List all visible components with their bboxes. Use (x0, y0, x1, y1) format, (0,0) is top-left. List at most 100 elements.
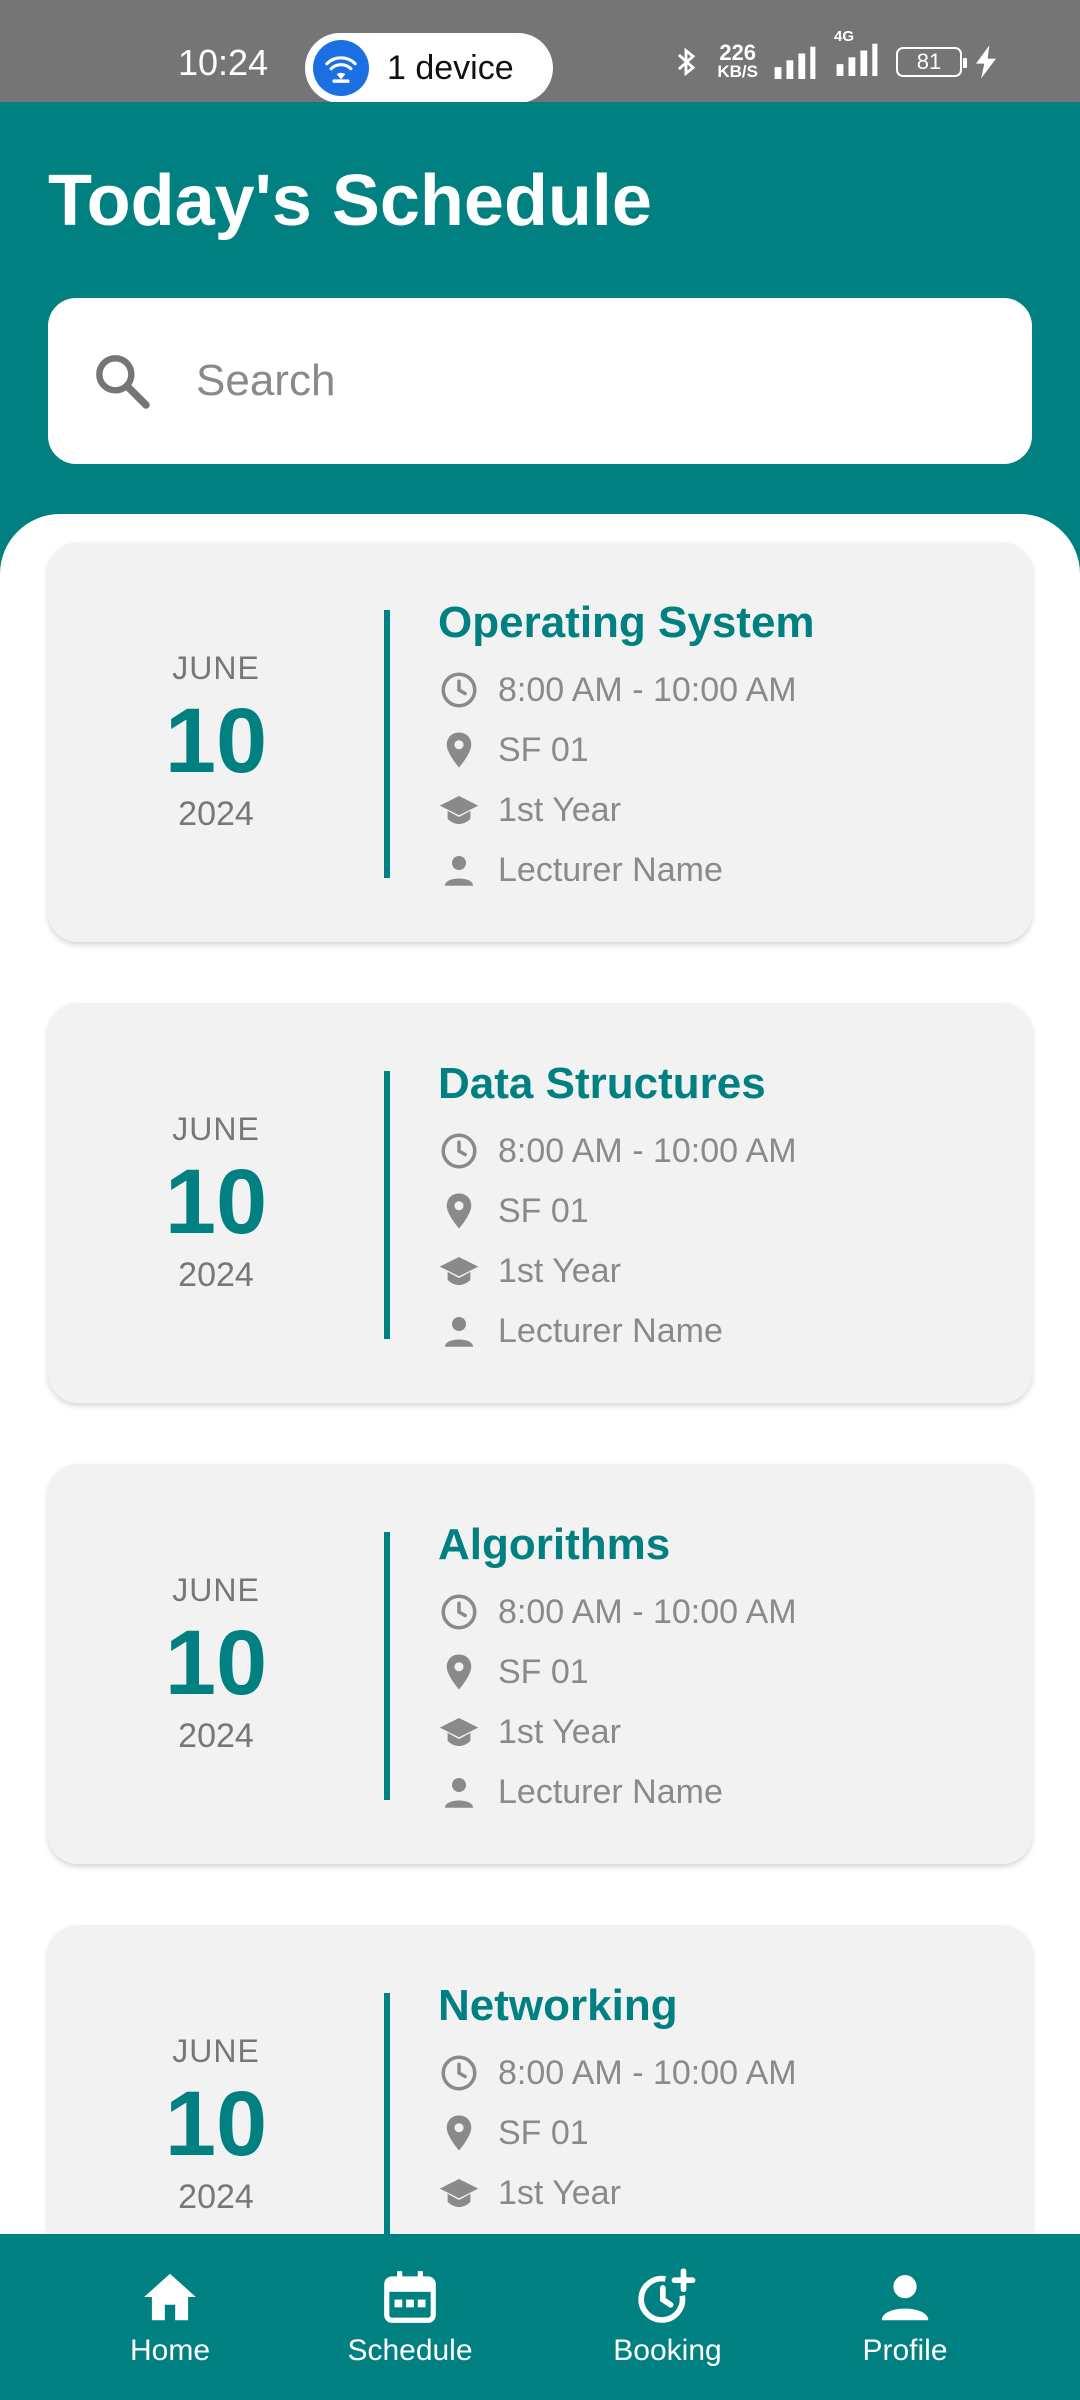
signal-4g: 4G (832, 28, 882, 81)
battery-level: 81 (916, 48, 942, 74)
schedule-card[interactable]: JUNE 10 2024 Operating System 8:00 AM - 10:0… (48, 542, 1032, 942)
card-divider (384, 1532, 390, 1800)
date-month: JUNE (172, 1572, 260, 1608)
course-info: Operating System 8:00 AM - 10:00 AM SF 01 1… (438, 598, 815, 900)
room-row: SF 01 (438, 1181, 797, 1241)
year-level-row: 1st Year (438, 780, 815, 840)
bottom-nav: Home Schedule Booking Profile (0, 2234, 1080, 2400)
date-day: 10 (164, 1151, 268, 1253)
battery-icon: 81 (896, 46, 967, 77)
charging-icon (976, 44, 996, 79)
graduation-cap-icon (439, 1257, 479, 1285)
course-room: SF 01 (498, 1191, 589, 1230)
schedule-card[interactable]: JUNE 10 2024 Algorithms 8:00 AM - 10:00 AM SF… (48, 1464, 1032, 1864)
location-pin-icon (446, 1654, 472, 1690)
card-divider (384, 1071, 390, 1339)
clock-icon (441, 1133, 477, 1169)
date-block: JUNE 10 2024 (48, 542, 384, 942)
card-divider (384, 610, 390, 878)
booking-clock-icon (637, 2268, 695, 2323)
course-time: 8:00 AM - 10:00 AM (498, 670, 797, 709)
course-lecturer: Lecturer Name (498, 850, 723, 889)
lecturer-row: Lecturer Name (438, 1762, 797, 1822)
schedule-card[interactable]: JUNE 10 2024 Data Structures 8:00 AM - 10:00… (48, 1003, 1032, 1403)
room-row: SF 01 (438, 2103, 797, 2163)
signal-icon (774, 46, 816, 79)
calendar-icon (384, 2271, 436, 2323)
course-title: Operating System (438, 598, 815, 647)
network-speed-value: 226 (719, 40, 757, 65)
date-month: JUNE (172, 1111, 260, 1147)
clock-icon (441, 1594, 477, 1630)
bluetooth-icon (678, 47, 696, 76)
course-title: Algorithms (438, 1520, 671, 1569)
course-time: 8:00 AM - 10:00 AM (498, 1592, 797, 1631)
hotspot-pill[interactable]: 1 device (305, 33, 553, 103)
course-year-level: 1st Year (498, 2173, 621, 2212)
clock-icon (441, 672, 477, 708)
date-block: JUNE 10 2024 (48, 1925, 384, 2234)
course-info: Networking 8:00 AM - 10:00 AM SF 01 1st Yea… (438, 1981, 797, 2234)
graduation-cap-icon (439, 1718, 479, 1746)
time-row: 8:00 AM - 10:00 AM (438, 660, 815, 720)
nav-schedule-label: Schedule (347, 2334, 473, 2367)
network-speed: 226 KB/S (717, 40, 758, 81)
hotspot-label: 1 device (387, 48, 514, 87)
course-year-level: 1st Year (498, 1712, 621, 1751)
course-room: SF 01 (498, 1652, 589, 1691)
room-row: SF 01 (438, 1642, 797, 1702)
card-divider (384, 1993, 390, 2234)
schedule-card[interactable]: JUNE 10 2024 Networking 8:00 AM - 10:00 AM SF… (48, 1925, 1032, 2234)
course-year-level: 1st Year (498, 1251, 621, 1290)
status-time: 10:24 (178, 42, 269, 83)
course-lecturer: Lecturer Name (498, 1772, 723, 1811)
course-room: SF 01 (498, 2113, 589, 2152)
date-year: 2024 (178, 2178, 254, 2216)
home-icon (144, 2273, 196, 2321)
nav-booking-label: Booking (613, 2334, 722, 2367)
nav-profile[interactable]: Profile (845, 2234, 965, 2400)
search-bar[interactable] (48, 298, 1032, 464)
graduation-cap-icon (439, 796, 479, 824)
date-block: JUNE 10 2024 (48, 1464, 384, 1864)
date-month: JUNE (172, 2033, 260, 2069)
status-icons: 226 KB/S 4G 81 (669, 28, 996, 81)
nav-schedule[interactable]: Schedule (330, 2234, 490, 2400)
course-year-level: 1st Year (498, 790, 621, 829)
date-day: 10 (164, 2073, 268, 2175)
date-month: JUNE (172, 650, 260, 686)
nav-booking[interactable]: Booking (595, 2234, 740, 2400)
year-level-row: 1st Year (438, 2163, 797, 2223)
course-time: 8:00 AM - 10:00 AM (498, 2053, 797, 2092)
hotspot-icon (313, 40, 369, 96)
location-pin-icon (446, 732, 472, 768)
nav-profile-label: Profile (862, 2334, 948, 2367)
signal-4g-icon (836, 43, 878, 76)
schedule-list[interactable]: JUNE 10 2024 Operating System 8:00 AM - 10:0… (0, 514, 1080, 2234)
year-level-row: 1st Year (438, 1702, 797, 1762)
time-row: 8:00 AM - 10:00 AM (438, 1121, 797, 1181)
course-title: Data Structures (438, 1059, 766, 1108)
date-day: 10 (164, 1612, 268, 1714)
date-year: 2024 (178, 1256, 254, 1294)
course-info: Algorithms 8:00 AM - 10:00 AM SF 01 1st Yea… (438, 1520, 797, 1822)
course-room: SF 01 (498, 730, 589, 769)
location-pin-icon (446, 1193, 472, 1229)
clock-icon (441, 2055, 477, 2091)
nav-home-label: Home (129, 2334, 211, 2367)
course-time: 8:00 AM - 10:00 AM (498, 1131, 797, 1170)
graduation-cap-icon (439, 2179, 479, 2207)
date-year: 2024 (178, 1717, 254, 1755)
lecturer-row: Lecturer Name (438, 1301, 797, 1361)
date-year: 2024 (178, 795, 254, 833)
nav-home[interactable]: Home (110, 2234, 230, 2400)
person-icon (445, 1317, 473, 1347)
year-level-row: 1st Year (438, 1241, 797, 1301)
time-row: 8:00 AM - 10:00 AM (438, 2043, 797, 2103)
course-title: Networking (438, 1981, 678, 2030)
time-row: 8:00 AM - 10:00 AM (438, 1582, 797, 1642)
person-icon (445, 856, 473, 886)
search-input[interactable] (196, 356, 976, 406)
lecturer-row: Lecturer Name (438, 2223, 797, 2235)
location-pin-icon (446, 2115, 472, 2151)
